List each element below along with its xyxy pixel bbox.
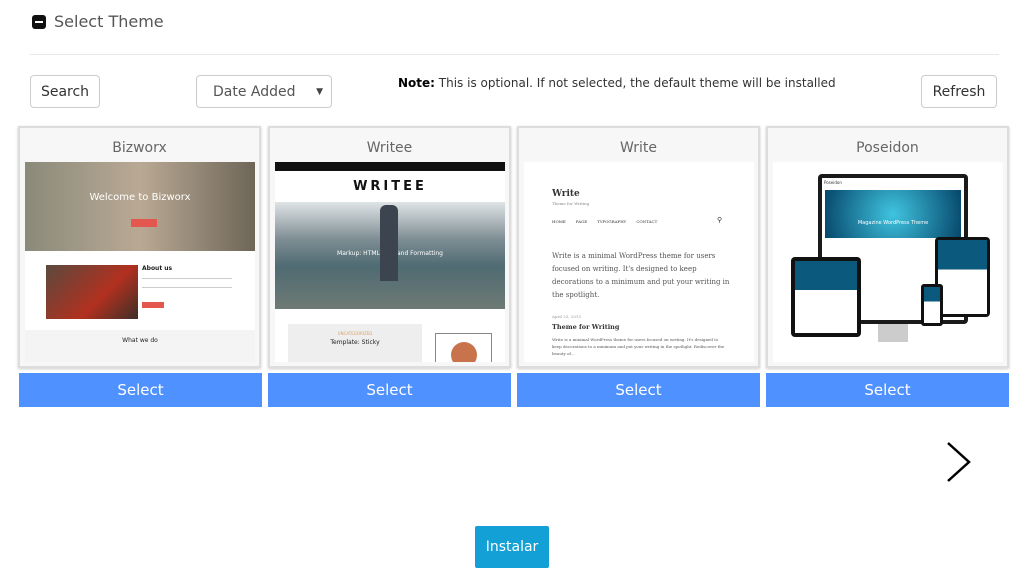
theme-name: Bizworx [112, 140, 167, 156]
select-write-button[interactable]: Select [517, 373, 760, 407]
select-bizworx-button[interactable]: Select [19, 373, 262, 407]
theme-preview: Welcome to Bizworx About us What we do [25, 162, 255, 362]
sort-value: Date Added [213, 83, 296, 100]
theme-card-write[interactable]: Write Write Theme for Writing HOME PAGE TY… [517, 126, 760, 368]
search-icon: ⚲ [717, 216, 723, 224]
section-header[interactable]: Select Theme [32, 12, 164, 31]
theme-name: Writee [366, 140, 413, 156]
install-button[interactable]: Instalar [475, 526, 549, 568]
sort-select[interactable]: Date Added ▼ [196, 75, 332, 108]
section-title: Select Theme [54, 12, 164, 31]
theme-name: Write [620, 140, 657, 156]
theme-preview: Write Theme for Writing HOME PAGE TYPOGRAP… [524, 162, 754, 362]
theme-preview: Poseidon Magazine WordPress Theme [773, 162, 1003, 362]
search-button[interactable]: Search [30, 75, 100, 108]
theme-preview: WRITEE Markup: HTML Tags and Formatting … [275, 162, 505, 362]
select-writee-button[interactable]: Select [268, 373, 511, 407]
dropdown-arrow-icon: ▼ [316, 86, 323, 97]
optional-note: Note: This is optional. If not selected,… [398, 76, 836, 90]
theme-card-writee[interactable]: Writee WRITEE Markup: HTML Tags and Form… [268, 126, 511, 368]
chevron-right-icon[interactable] [944, 440, 974, 484]
select-poseidon-button[interactable]: Select [766, 373, 1009, 407]
collapse-minus-icon[interactable] [32, 14, 46, 29]
divider [30, 54, 999, 55]
theme-card-bizworx[interactable]: Bizworx Welcome to Bizworx About us What… [18, 126, 261, 368]
theme-name: Poseidon [856, 140, 919, 156]
refresh-button[interactable]: Refresh [921, 75, 997, 108]
theme-card-poseidon[interactable]: Poseidon Poseidon Magazine WordPress The… [766, 126, 1009, 368]
